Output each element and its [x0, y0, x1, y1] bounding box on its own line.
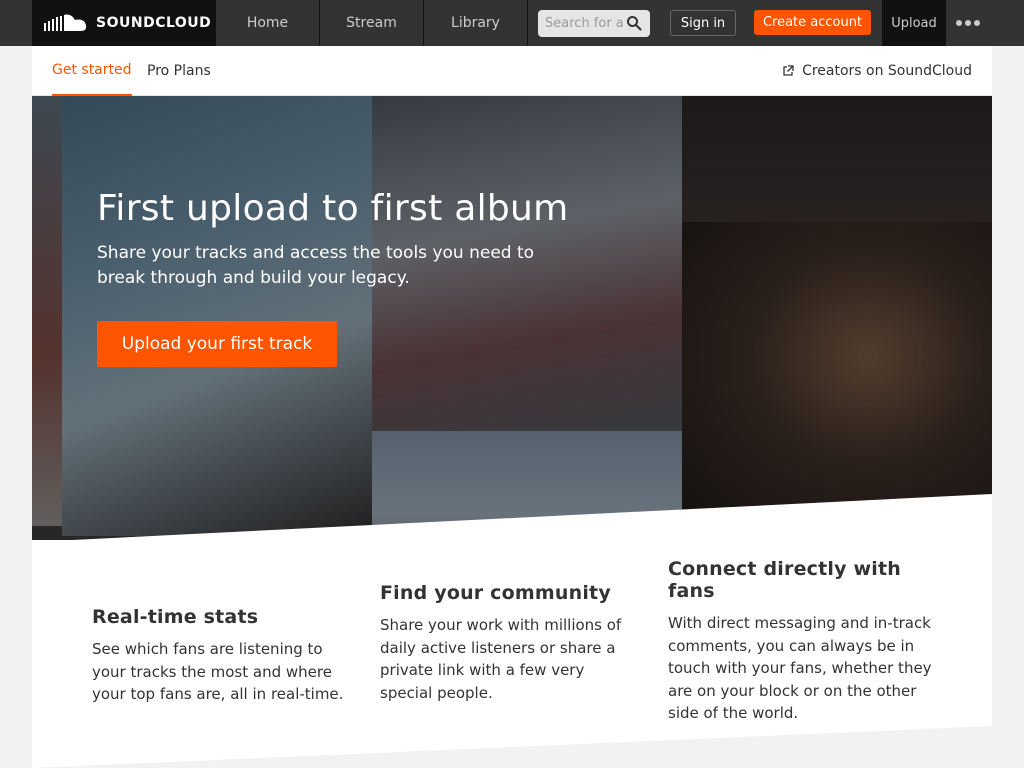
feature-title: Real-time stats — [92, 606, 259, 628]
soundcloud-logo[interactable]: SOUNDCLOUD — [32, 0, 216, 46]
feature-title: Find your community — [380, 582, 611, 604]
feature-description: Share your work with millions of daily a… — [380, 616, 622, 702]
creators-on-soundcloud-link[interactable]: Creators on SoundCloud — [782, 46, 972, 96]
more-dots-icon[interactable] — [956, 16, 982, 30]
section-divider-slant — [32, 724, 992, 768]
nav-stream[interactable]: Stream — [320, 0, 424, 46]
search-icon[interactable] — [626, 15, 642, 31]
create-account-button[interactable]: Create account — [754, 10, 871, 35]
logo-text: SOUNDCLOUD — [96, 15, 212, 31]
sign-in-button[interactable]: Sign in — [670, 10, 736, 36]
hero-banner: First upload to first album Share your t… — [32, 96, 992, 556]
feature-realtime-stats: Real-time stats See which fans are liste… — [92, 606, 352, 706]
external-link-icon — [783, 65, 794, 76]
upload-first-track-button[interactable]: Upload your first track — [97, 321, 337, 367]
nav-library[interactable]: Library — [424, 0, 528, 46]
top-header: SOUNDCLOUD Home Stream Library Sign in C… — [0, 0, 1024, 46]
soundcloud-cloud-icon — [44, 14, 87, 31]
feature-title: Connect directly with fans — [668, 558, 901, 602]
tab-get-started[interactable]: Get started — [52, 46, 132, 96]
creators-link-label: Creators on SoundCloud — [802, 63, 972, 79]
feature-description: See which fans are listening to your tra… — [92, 640, 344, 703]
more-dot — [956, 20, 962, 26]
nav-home[interactable]: Home — [216, 0, 320, 46]
sub-navigation: Get started Pro Plans Creators on SoundC… — [32, 46, 992, 96]
hero-title: First upload to first album — [97, 188, 569, 229]
feature-find-community: Find your community Share your work with… — [380, 582, 640, 704]
more-dot — [965, 20, 971, 26]
tab-pro-plans[interactable]: Pro Plans — [147, 46, 211, 96]
hero-subtitle: Share your tracks and access the tools y… — [97, 243, 535, 288]
feature-connect-fans: Connect directly with fans With direct m… — [668, 558, 948, 725]
search-box — [538, 10, 650, 37]
feature-description: With direct messaging and in-track comme… — [668, 614, 932, 722]
upload-link[interactable]: Upload — [882, 0, 946, 46]
more-dot — [974, 20, 980, 26]
